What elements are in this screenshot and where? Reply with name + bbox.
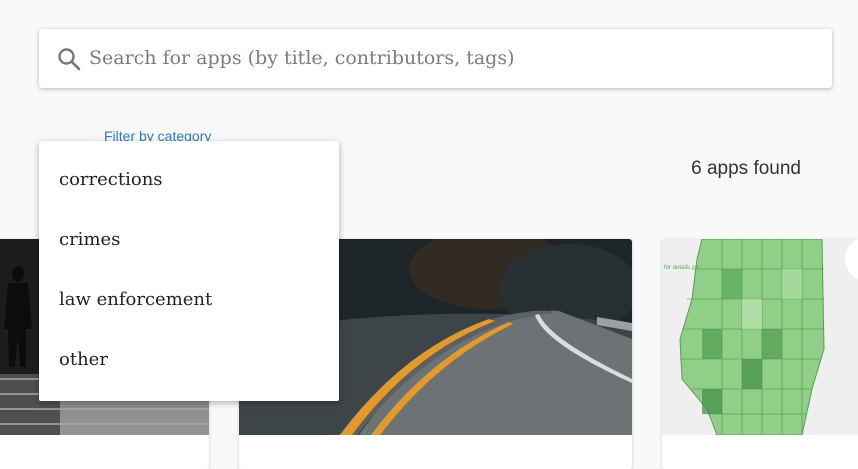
category-dropdown-menu[interactable]: corrections crimes law enforcement other	[39, 141, 339, 401]
category-option-law-enforcement[interactable]: law enforcement	[39, 270, 339, 330]
apps-found-count: 6 apps found	[691, 158, 801, 179]
category-option-crimes[interactable]: crimes	[39, 210, 339, 270]
map-caption: for details >>	[664, 265, 699, 271]
search-icon	[57, 47, 81, 71]
app-card[interactable]: for details >>	[662, 239, 858, 469]
search-input[interactable]	[89, 43, 809, 73]
app-thumbnail-map: for details >>	[662, 239, 858, 435]
category-option-other[interactable]: other	[39, 330, 339, 390]
search-bar[interactable]	[39, 29, 832, 88]
category-option-corrections[interactable]: corrections	[39, 150, 339, 210]
